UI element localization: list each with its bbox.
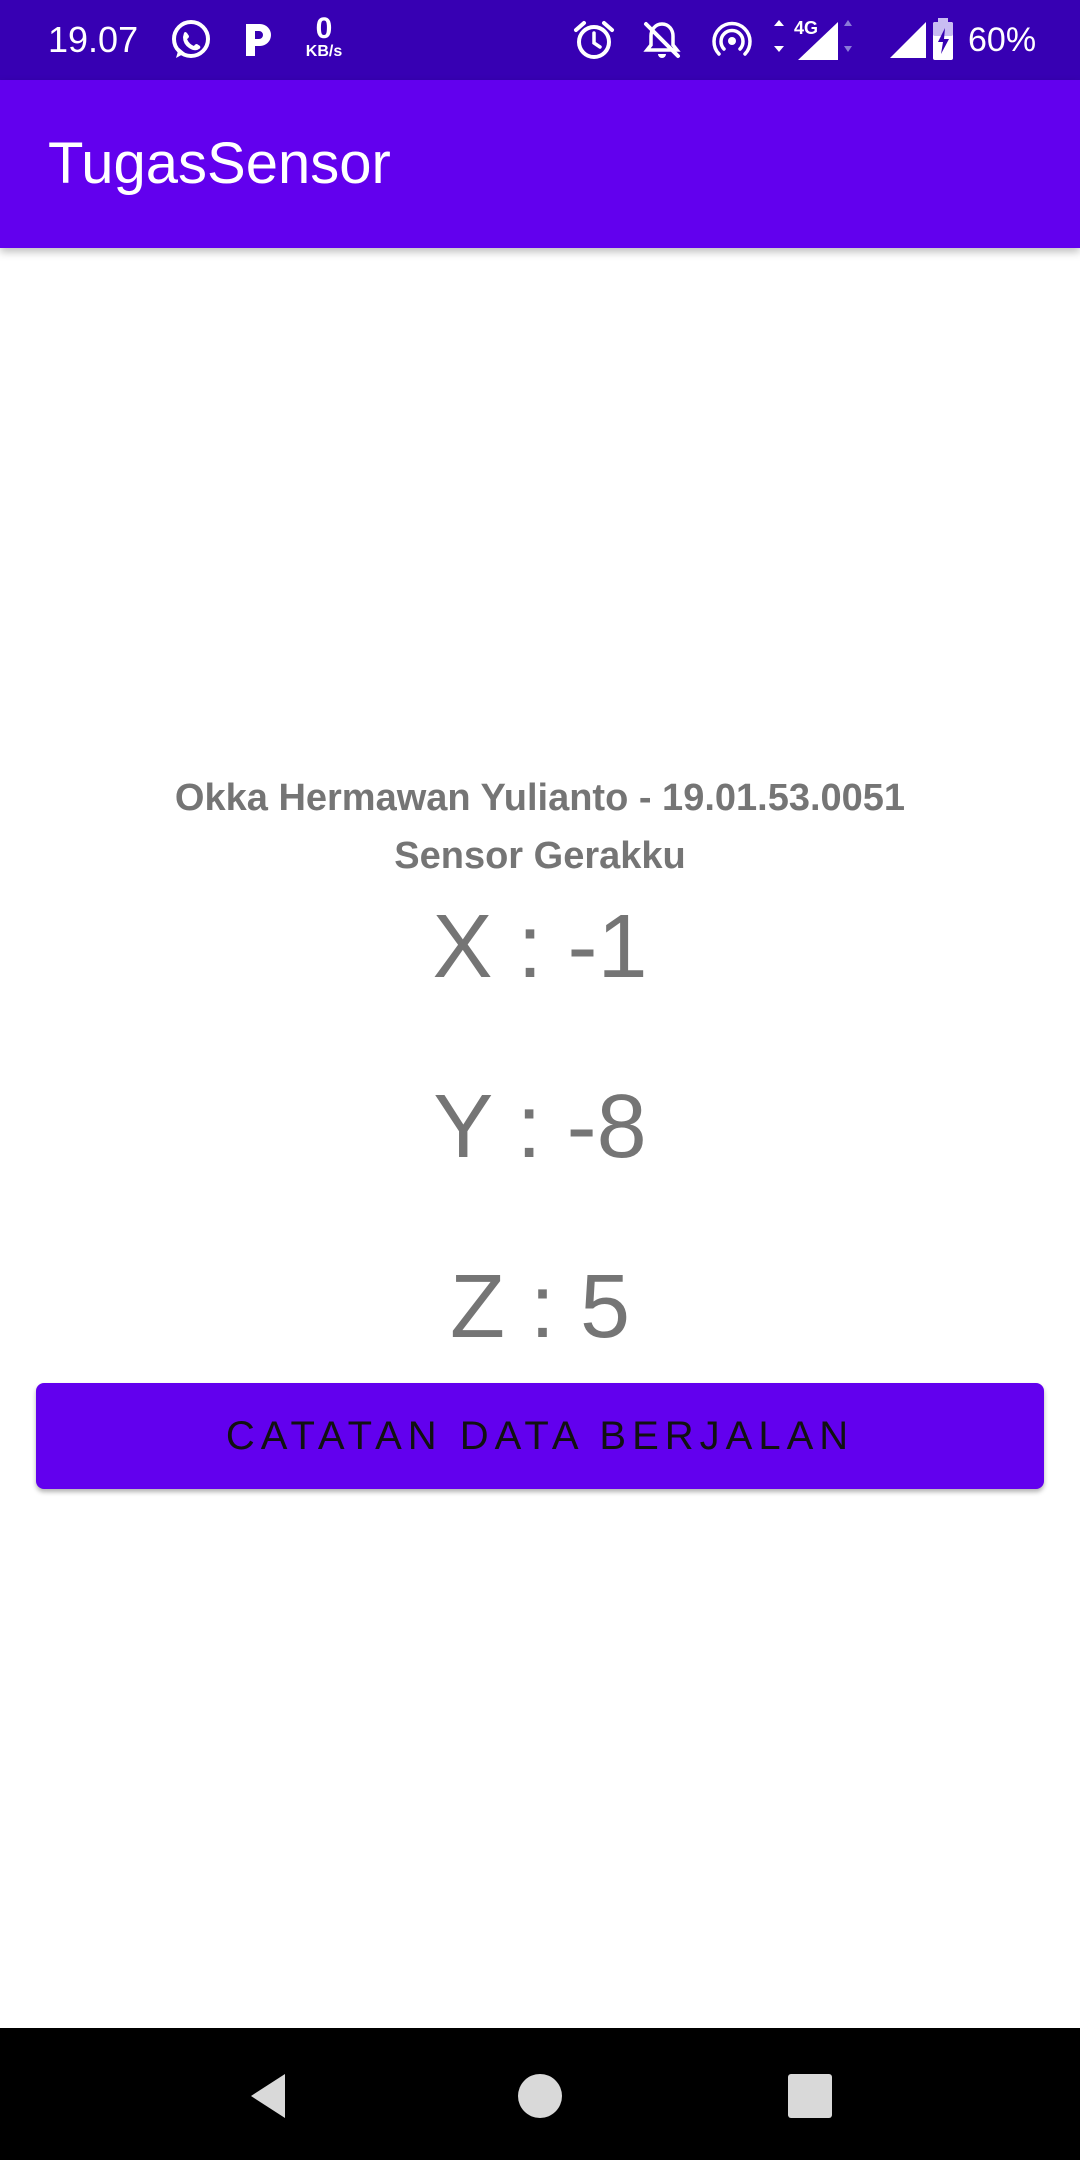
whatsapp-icon <box>166 16 214 64</box>
author-text: Okka Hermawan Yulianto - 19.01.53.0051 <box>174 777 906 819</box>
x-axis-value: X : -1 <box>432 897 648 997</box>
back-icon[interactable] <box>236 2064 300 2128</box>
recents-icon[interactable] <box>778 2064 842 2128</box>
status-bar: 19.07 0 KB/s 4G 60% <box>0 0 1080 80</box>
network-speed-value: 0 <box>315 12 333 45</box>
network-speed-indicator: 0 KB/s <box>296 14 352 60</box>
record-data-button[interactable]: CATATAN DATA BERJALAN <box>36 1383 1044 1489</box>
battery-charging-icon <box>920 16 968 64</box>
alarm-icon <box>570 16 618 64</box>
y-axis-value: Y : -8 <box>433 1077 647 1177</box>
app-bar: TugasSensor <box>0 80 1080 248</box>
app-title: TugasSensor <box>48 131 391 196</box>
home-icon[interactable] <box>508 2064 572 2128</box>
parking-icon <box>234 16 282 64</box>
z-axis-value: Z : 5 <box>449 1257 631 1357</box>
hotspot-icon <box>708 16 756 64</box>
network-type-label: 4G <box>794 18 818 38</box>
navigation-bar <box>0 2028 1080 2160</box>
notifications-off-icon <box>638 16 686 64</box>
status-time: 19.07 <box>48 19 139 60</box>
network-speed-unit: KB/s <box>305 43 343 60</box>
battery-percentage: 60% <box>968 21 1037 59</box>
sensor-title: Sensor Gerakku <box>394 835 686 877</box>
signal-4g-icon: 4G <box>762 16 862 64</box>
